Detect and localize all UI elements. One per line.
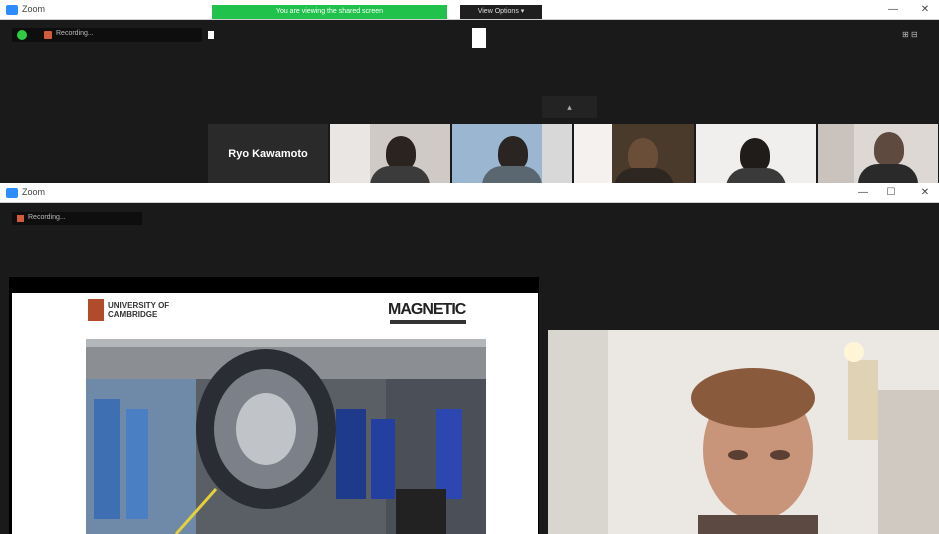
university-line1: UNIVERSITY OF xyxy=(108,301,170,310)
participant-body xyxy=(726,168,786,183)
meeting-info-bar[interactable]: Recording... xyxy=(12,212,142,225)
recording-status: Recording... xyxy=(28,214,66,221)
lab-photo-graphic xyxy=(86,339,486,534)
participant-name: Ryo Kawamoto xyxy=(228,148,308,160)
record-icon xyxy=(17,215,24,222)
close-button[interactable]: ✕ xyxy=(918,186,932,200)
participant-body xyxy=(370,166,430,183)
participant-tile[interactable]: Ryo Kawamoto xyxy=(208,124,328,183)
participant-video[interactable] xyxy=(574,124,694,183)
university-crest-icon xyxy=(88,299,104,321)
institute-subtitle-bar xyxy=(390,320,466,324)
screen-share-banner[interactable]: You are viewing the shared screen xyxy=(212,5,447,19)
title-bar[interactable]: Zoom You are viewing the shared screen V… xyxy=(0,0,939,20)
collapse-strip-button[interactable]: ▴ xyxy=(542,96,597,118)
zoom-window-gallery: Zoom You are viewing the shared screen V… xyxy=(0,0,939,183)
title-bar[interactable]: Zoom — ☐ ✕ xyxy=(0,183,939,203)
record-icon xyxy=(44,31,52,39)
maximize-button[interactable]: ☐ xyxy=(884,186,898,200)
meeting-info-bar[interactable]: Recording... xyxy=(12,28,214,42)
security-shield-icon[interactable] xyxy=(17,30,27,40)
shared-slide: UNIVERSITY OF CAMBRIDGE MAGNETIC xyxy=(12,293,538,534)
participant-video[interactable] xyxy=(330,124,450,183)
speaker-video[interactable] xyxy=(548,330,939,534)
close-button[interactable]: ✕ xyxy=(918,3,932,17)
participant-video[interactable] xyxy=(818,124,938,183)
view-options-button[interactable]: View Options ▾ xyxy=(460,5,542,19)
minimize-button[interactable]: — xyxy=(856,186,870,200)
university-wordmark: UNIVERSITY OF CAMBRIDGE xyxy=(108,301,169,319)
stop-recording-icon[interactable] xyxy=(208,31,214,39)
participant-head xyxy=(874,132,904,166)
participant-head xyxy=(386,136,416,170)
institute-logo: MAGNETIC xyxy=(388,301,466,318)
participant-head xyxy=(740,138,770,172)
participant-head xyxy=(498,136,528,170)
lab-photo xyxy=(86,339,486,534)
layout-toggle[interactable]: ⊞ ⊟ xyxy=(902,30,918,39)
university-line2: CAMBRIDGE xyxy=(108,310,158,319)
participant-video[interactable] xyxy=(696,124,816,183)
participant-head xyxy=(628,138,658,172)
speaker-video-graphic xyxy=(548,330,939,534)
cursor-caret xyxy=(472,28,486,48)
minimize-button[interactable]: — xyxy=(886,3,900,17)
window-title: Zoom xyxy=(22,4,46,14)
zoom-app-icon xyxy=(6,188,18,198)
participant-body xyxy=(482,166,542,183)
participant-body xyxy=(858,164,918,183)
participant-strip: Ryo Kawamoto xyxy=(208,124,938,183)
zoom-app-icon xyxy=(6,5,18,15)
window-title: Zoom xyxy=(22,187,46,197)
zoom-window-share: Zoom — ☐ ✕ Recording... UNIVERSITY OF CA… xyxy=(0,183,939,534)
recording-status: Recording... xyxy=(56,30,94,37)
participant-video[interactable] xyxy=(452,124,572,183)
